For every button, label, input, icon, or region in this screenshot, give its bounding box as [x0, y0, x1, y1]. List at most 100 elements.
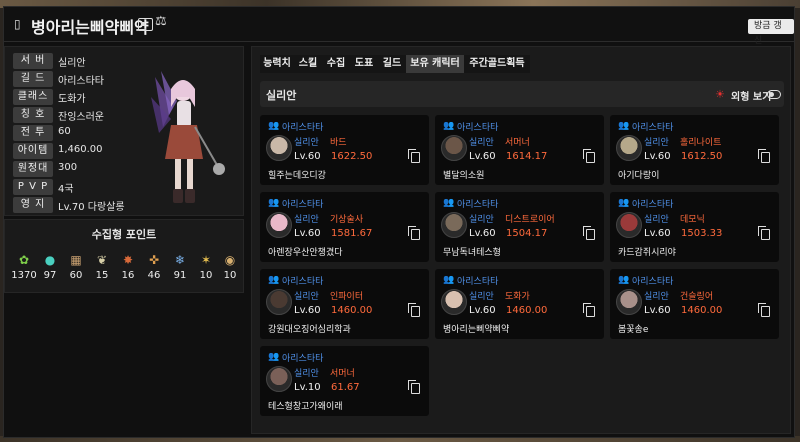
card-level: Lv.60 [644, 151, 671, 162]
info-key: 전 투 [13, 125, 53, 141]
character-card[interactable]: 👥 아리스타타 실리안 디스트로이어 Lv.60 1504.17 무남독녀테스형 [435, 192, 604, 262]
card-level: Lv.60 [294, 151, 321, 162]
card-server-name: 실리안 [294, 138, 319, 148]
card-character-name: 무남독녀테스형 [443, 248, 501, 258]
card-item-level: 1460.00 [506, 305, 548, 316]
card-level: Lv.60 [469, 228, 496, 239]
card-item-level: 1614.17 [506, 151, 548, 162]
card-guild-name: 아리스타타 [632, 123, 674, 133]
copy-icon[interactable] [408, 149, 420, 163]
copy-icon[interactable] [408, 226, 420, 240]
world-tree-leaf-icon: ❄ [174, 253, 186, 267]
copy-icon[interactable] [758, 226, 770, 240]
collectible-count: 15 [95, 270, 109, 281]
card-character-name: 힐주는데오디강 [268, 171, 326, 181]
character-card[interactable]: 👥 아리스타타 실리안 인파이터 Lv.60 1460.00 강원대오징어심리학과 [260, 269, 429, 339]
collectible-great-art[interactable]: ▦ 60 [63, 253, 89, 281]
character-card[interactable]: 👥 아리스타타 실리안 도화가 Lv.60 1460.00 병아리는삐약삐약 [435, 269, 604, 339]
roster-server-name: 실리안 [266, 89, 297, 102]
info-value: Lv.70 다랑살롱 [58, 202, 125, 213]
copy-icon[interactable] [583, 226, 595, 240]
character-card[interactable]: 👥 아리스타타 실리안 서머너 Lv.10 61.67 테스형창고가왜이래 [260, 346, 429, 416]
card-server-name: 실리안 [294, 369, 319, 379]
tab-skills[interactable]: 스킬 [294, 55, 322, 73]
info-value: 도화가 [58, 94, 86, 105]
card-class-name: 서머너 [330, 369, 355, 379]
collectible-world-tree-leaf[interactable]: ❄ 91 [167, 253, 193, 281]
copy-icon[interactable] [408, 380, 420, 394]
guild-members-icon: 👥 [618, 275, 630, 285]
avatar [266, 366, 292, 392]
tab-weekly-gold[interactable]: 주간골드획득 [464, 55, 530, 73]
character-card[interactable]: 👥 아리스타타 실리안 바드 Lv.60 1622.50 힐주는데오디강 [260, 115, 429, 185]
id-card-icon[interactable] [138, 18, 153, 31]
tab-charts[interactable]: 도표 [350, 55, 378, 73]
collectible-mokoko-seed[interactable]: ✿ 1370 [11, 253, 37, 281]
guild-members-icon: 👥 [443, 121, 455, 131]
avatar [266, 135, 292, 161]
copy-icon[interactable] [758, 303, 770, 317]
card-server-name: 실리안 [644, 292, 669, 302]
refresh-button[interactable]: 방금 갱신 [748, 19, 794, 46]
character-card[interactable]: 👥 아리스타타 실리안 홀리나이트 Lv.60 1612.50 아기다랑이 [610, 115, 779, 185]
roster-server-header: 실리안 ☀ 외형 보기 [260, 81, 784, 107]
character-card[interactable]: 👥 아리스타타 실리안 기상술사 Lv.60 1581.67 아렌장우산안챙겼다 [260, 192, 429, 262]
collectible-points-panel: 수집형 포인트 ✿ 1370 ● 97 ▦ 60 ❦ 15 ✸ 16 ✜ 46 … [4, 219, 244, 293]
avatar [266, 212, 292, 238]
character-name-title: 병아리는삐약삐약 [31, 18, 149, 37]
card-item-level: 1622.50 [331, 151, 373, 162]
copy-icon[interactable] [583, 303, 595, 317]
character-card[interactable]: 👥 아리스타타 실리안 데모닉 Lv.60 1503.33 카드감쥐시리야 [610, 192, 779, 262]
guild-members-icon: 👥 [443, 275, 455, 285]
collectible-count: 1370 [11, 270, 37, 281]
card-guild-name: 아리스타타 [282, 277, 324, 287]
collectible-sea-bounty[interactable]: ✜ 46 [141, 253, 167, 281]
scale-icon[interactable]: ⚖ [155, 14, 167, 29]
info-key: 서 버 [13, 53, 53, 69]
collectible-giant-heart[interactable]: ❦ 15 [89, 253, 115, 281]
card-item-level: 61.67 [331, 382, 360, 393]
info-key: 길 드 [13, 71, 53, 87]
ignea-token-icon: ✸ [122, 253, 134, 267]
collectible-count: 16 [121, 270, 135, 281]
collectible-count: 46 [147, 270, 161, 281]
appearance-toggle-switch[interactable] [767, 90, 781, 99]
appearance-toggle-label[interactable]: 외형 보기 [731, 88, 771, 103]
card-character-name: 카드감쥐시리야 [618, 248, 676, 258]
character-card[interactable]: 👥 아리스타타 실리안 서머너 Lv.60 1614.17 별달의소원 [435, 115, 604, 185]
card-guild-name: 아리스타타 [632, 200, 674, 210]
tab-stats[interactable]: 능력치 [260, 55, 294, 73]
card-guild-name: 아리스타타 [282, 354, 324, 364]
tab-roster[interactable]: 보유 캐릭터 [406, 55, 464, 73]
info-key: 칭 호 [13, 107, 53, 123]
collectible-island-heart[interactable]: ● 97 [37, 253, 63, 281]
copy-icon[interactable] [408, 303, 420, 317]
card-class-name: 건슬링어 [680, 292, 714, 302]
card-item-level: 1581.67 [331, 228, 373, 239]
collectible-masterpiece[interactable]: ◉ 10 [217, 253, 243, 281]
bookmark-icon[interactable]: ▯ [14, 17, 21, 31]
copy-icon[interactable] [758, 149, 770, 163]
island-heart-icon: ● [44, 253, 56, 267]
card-character-name: 별달의소원 [443, 171, 485, 181]
character-card[interactable]: 👥 아리스타타 실리안 건슬링어 Lv.60 1460.00 봄꽃송e [610, 269, 779, 339]
copy-icon[interactable] [583, 149, 595, 163]
tab-guild[interactable]: 길드 [378, 55, 406, 73]
card-item-level: 1612.50 [681, 151, 723, 162]
guild-members-icon: 👥 [618, 198, 630, 208]
card-guild-name: 아리스타타 [282, 200, 324, 210]
collectible-count: 60 [69, 270, 83, 281]
collectible-ignea-token[interactable]: ✸ 16 [115, 253, 141, 281]
tab-collection[interactable]: 수집 [322, 55, 350, 73]
card-server-name: 실리안 [644, 138, 669, 148]
card-character-name: 봄꽃송e [618, 325, 649, 335]
card-class-name: 바드 [330, 138, 347, 148]
card-level: Lv.60 [294, 228, 321, 239]
mokoko-seed-icon: ✿ [18, 253, 30, 267]
info-value: 4국 [58, 184, 74, 195]
card-class-name: 인파이터 [330, 292, 364, 302]
card-item-level: 1504.17 [506, 228, 548, 239]
card-level: Lv.60 [644, 228, 671, 239]
card-character-name: 테스형창고가왜이래 [268, 402, 343, 412]
collectible-orpheus-star[interactable]: ✶ 10 [193, 253, 219, 281]
